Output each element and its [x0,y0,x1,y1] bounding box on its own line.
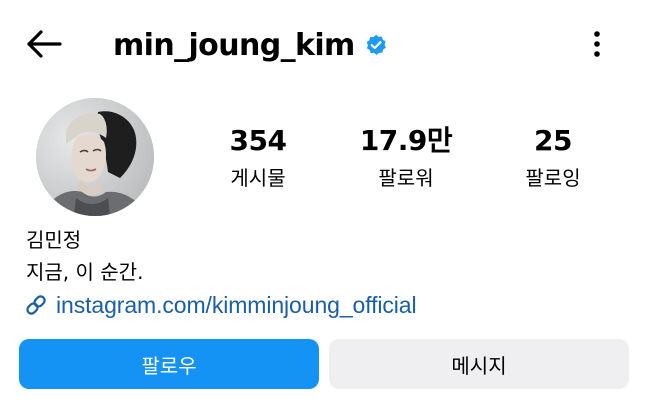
posts-stat[interactable]: 354 게시물 [198,124,318,190]
message-button[interactable]: 메시지 [329,339,629,389]
more-vertical-icon [593,30,601,62]
following-count: 25 [534,124,572,157]
back-button[interactable] [22,26,66,66]
profile-link[interactable]: instagram.com/kimminjoung_official [24,290,417,320]
arrow-left-icon [26,30,62,62]
followers-stat[interactable]: 17.9만 팔로워 [346,124,466,190]
verified-badge-icon [365,34,387,56]
following-stat[interactable]: 25 팔로잉 [493,124,613,190]
posts-label: 게시물 [230,166,286,190]
followers-count: 17.9만 [359,124,453,157]
bio-text: 지금, 이 순간. [26,260,144,284]
follow-button[interactable]: 팔로우 [19,339,319,389]
profile-header-title: min_joung_kim [113,22,387,68]
followers-label: 팔로워 [378,166,434,190]
posts-count: 354 [229,124,287,157]
following-label: 팔로잉 [525,166,581,190]
link-icon [24,293,48,317]
more-options-button[interactable] [578,26,616,66]
username: min_joung_kim [113,27,355,63]
display-name: 김민정 [26,228,82,252]
profile-page: min_joung_kim 354 게시물 17.9만 팔로워 25 팔로잉 김… [0,0,648,408]
avatar[interactable] [36,98,154,216]
link-text[interactable]: instagram.com/kimminjoung_official [56,292,417,319]
